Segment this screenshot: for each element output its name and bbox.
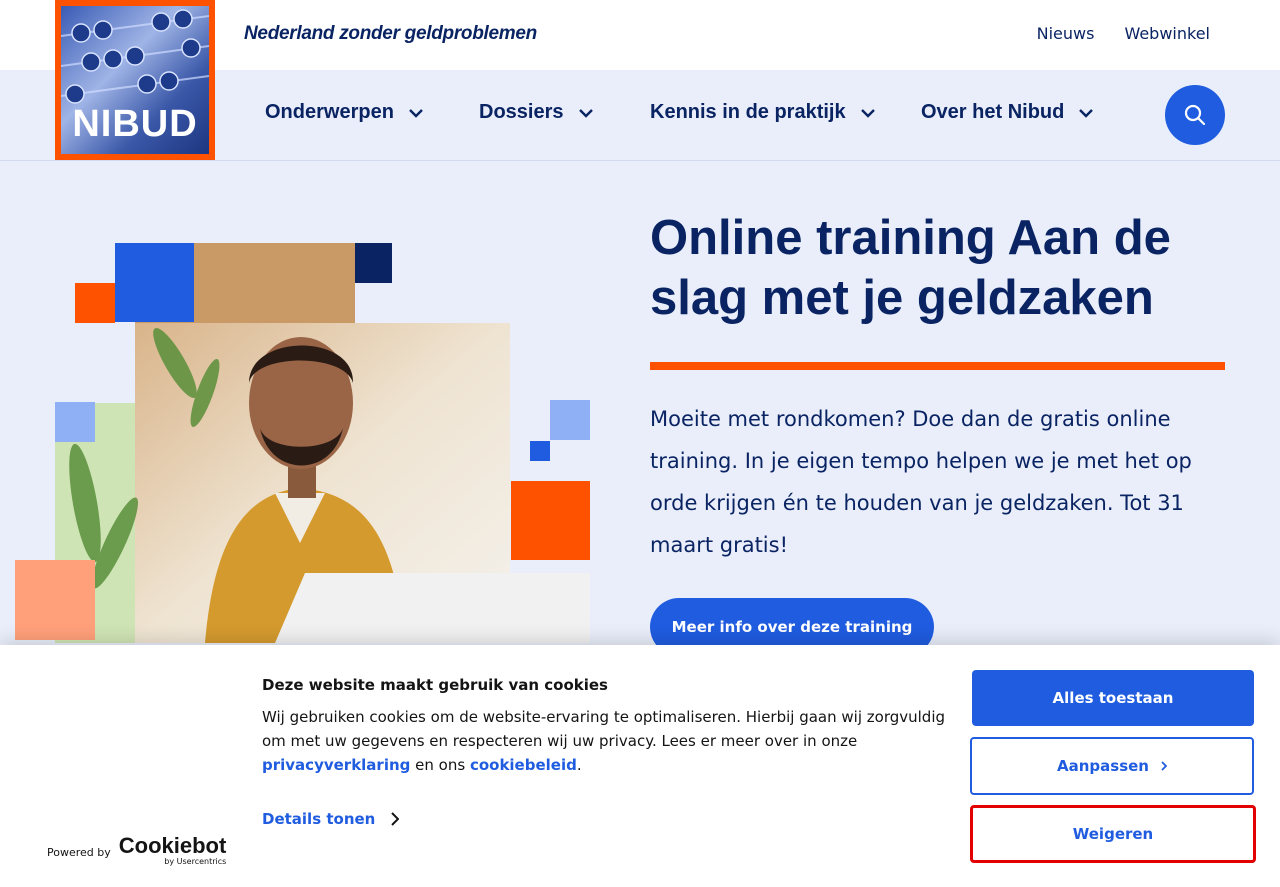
decor-square	[511, 481, 590, 560]
cookiebot-name: Cookiebot	[118, 833, 227, 858]
cookie-body: Wij gebruiken cookies om de website-erva…	[262, 705, 952, 777]
nav-label: Kennis in de praktijk	[650, 101, 846, 123]
cookie-banner: Deze website maakt gebruik van cookies W…	[0, 645, 1280, 887]
link-nieuws[interactable]: Nieuws	[1037, 24, 1095, 43]
cookiebot-sub: by Usercentrics	[164, 857, 227, 866]
cookie-policy-link[interactable]: cookiebeleid	[470, 756, 577, 774]
hero-divider	[650, 362, 1225, 370]
cookiebot-logo: Cookiebot by Usercentrics	[118, 833, 227, 867]
powered-by-label: Powered by	[47, 846, 111, 859]
search-icon	[1184, 104, 1206, 126]
customize-label: Aanpassen	[1057, 757, 1149, 775]
cookie-text: Wij gebruiken cookies om de website-erva…	[262, 708, 946, 750]
powered-by-cookiebot[interactable]: Powered by Cookiebot by Usercentrics	[47, 833, 227, 867]
allow-all-button[interactable]: Alles toestaan	[972, 670, 1254, 726]
nav-kennis-in-de-praktijk[interactable]: Kennis in de praktijk	[650, 101, 876, 124]
chevron-down-icon	[409, 108, 423, 118]
hero-title: Online training Aan de slag met je geldz…	[650, 211, 1171, 325]
nibud-logo[interactable]: NIBUD	[55, 0, 215, 160]
cookie-title: Deze website maakt gebruik van cookies	[262, 676, 608, 694]
details-label: Details tonen	[262, 810, 376, 828]
nav-over-het-nibud[interactable]: Over het Nibud	[921, 101, 1094, 124]
chevron-right-icon	[1161, 761, 1167, 771]
show-details-button[interactable]: Details tonen	[262, 810, 400, 828]
privacy-link[interactable]: privacyverklaring	[262, 756, 410, 774]
decor-square	[550, 400, 590, 440]
top-links: Nieuws Webwinkel	[1037, 24, 1210, 43]
customize-button[interactable]: Aanpassen	[970, 737, 1254, 795]
nav-label: Onderwerpen	[265, 101, 394, 123]
site-tagline: Nederland zonder geldproblemen	[244, 23, 537, 44]
hero-text: Moeite met rondkomen? Doe dan de gratis …	[650, 407, 1192, 557]
decor-square	[530, 441, 550, 461]
link-webwinkel[interactable]: Webwinkel	[1124, 24, 1210, 43]
deny-button[interactable]: Weigeren	[970, 805, 1256, 863]
nav-label: Dossiers	[479, 101, 564, 123]
decor-square	[115, 243, 194, 322]
nav-label: Over het Nibud	[921, 101, 1065, 123]
search-button[interactable]	[1165, 85, 1225, 145]
decor-square	[15, 560, 95, 640]
chevron-down-icon	[578, 108, 593, 118]
cookie-text: en ons	[410, 756, 470, 774]
chevron-right-icon	[391, 812, 400, 826]
nav-onderwerpen[interactable]: Onderwerpen	[265, 101, 424, 124]
nav-dossiers[interactable]: Dossiers	[479, 101, 594, 124]
abacus-logo-image: NIBUD	[61, 6, 209, 154]
logo-text: NIBUD	[72, 103, 198, 145]
chevron-down-icon	[1079, 108, 1094, 118]
decor-square	[55, 402, 95, 442]
chevron-down-icon	[860, 108, 875, 118]
cookie-text: .	[576, 756, 582, 774]
